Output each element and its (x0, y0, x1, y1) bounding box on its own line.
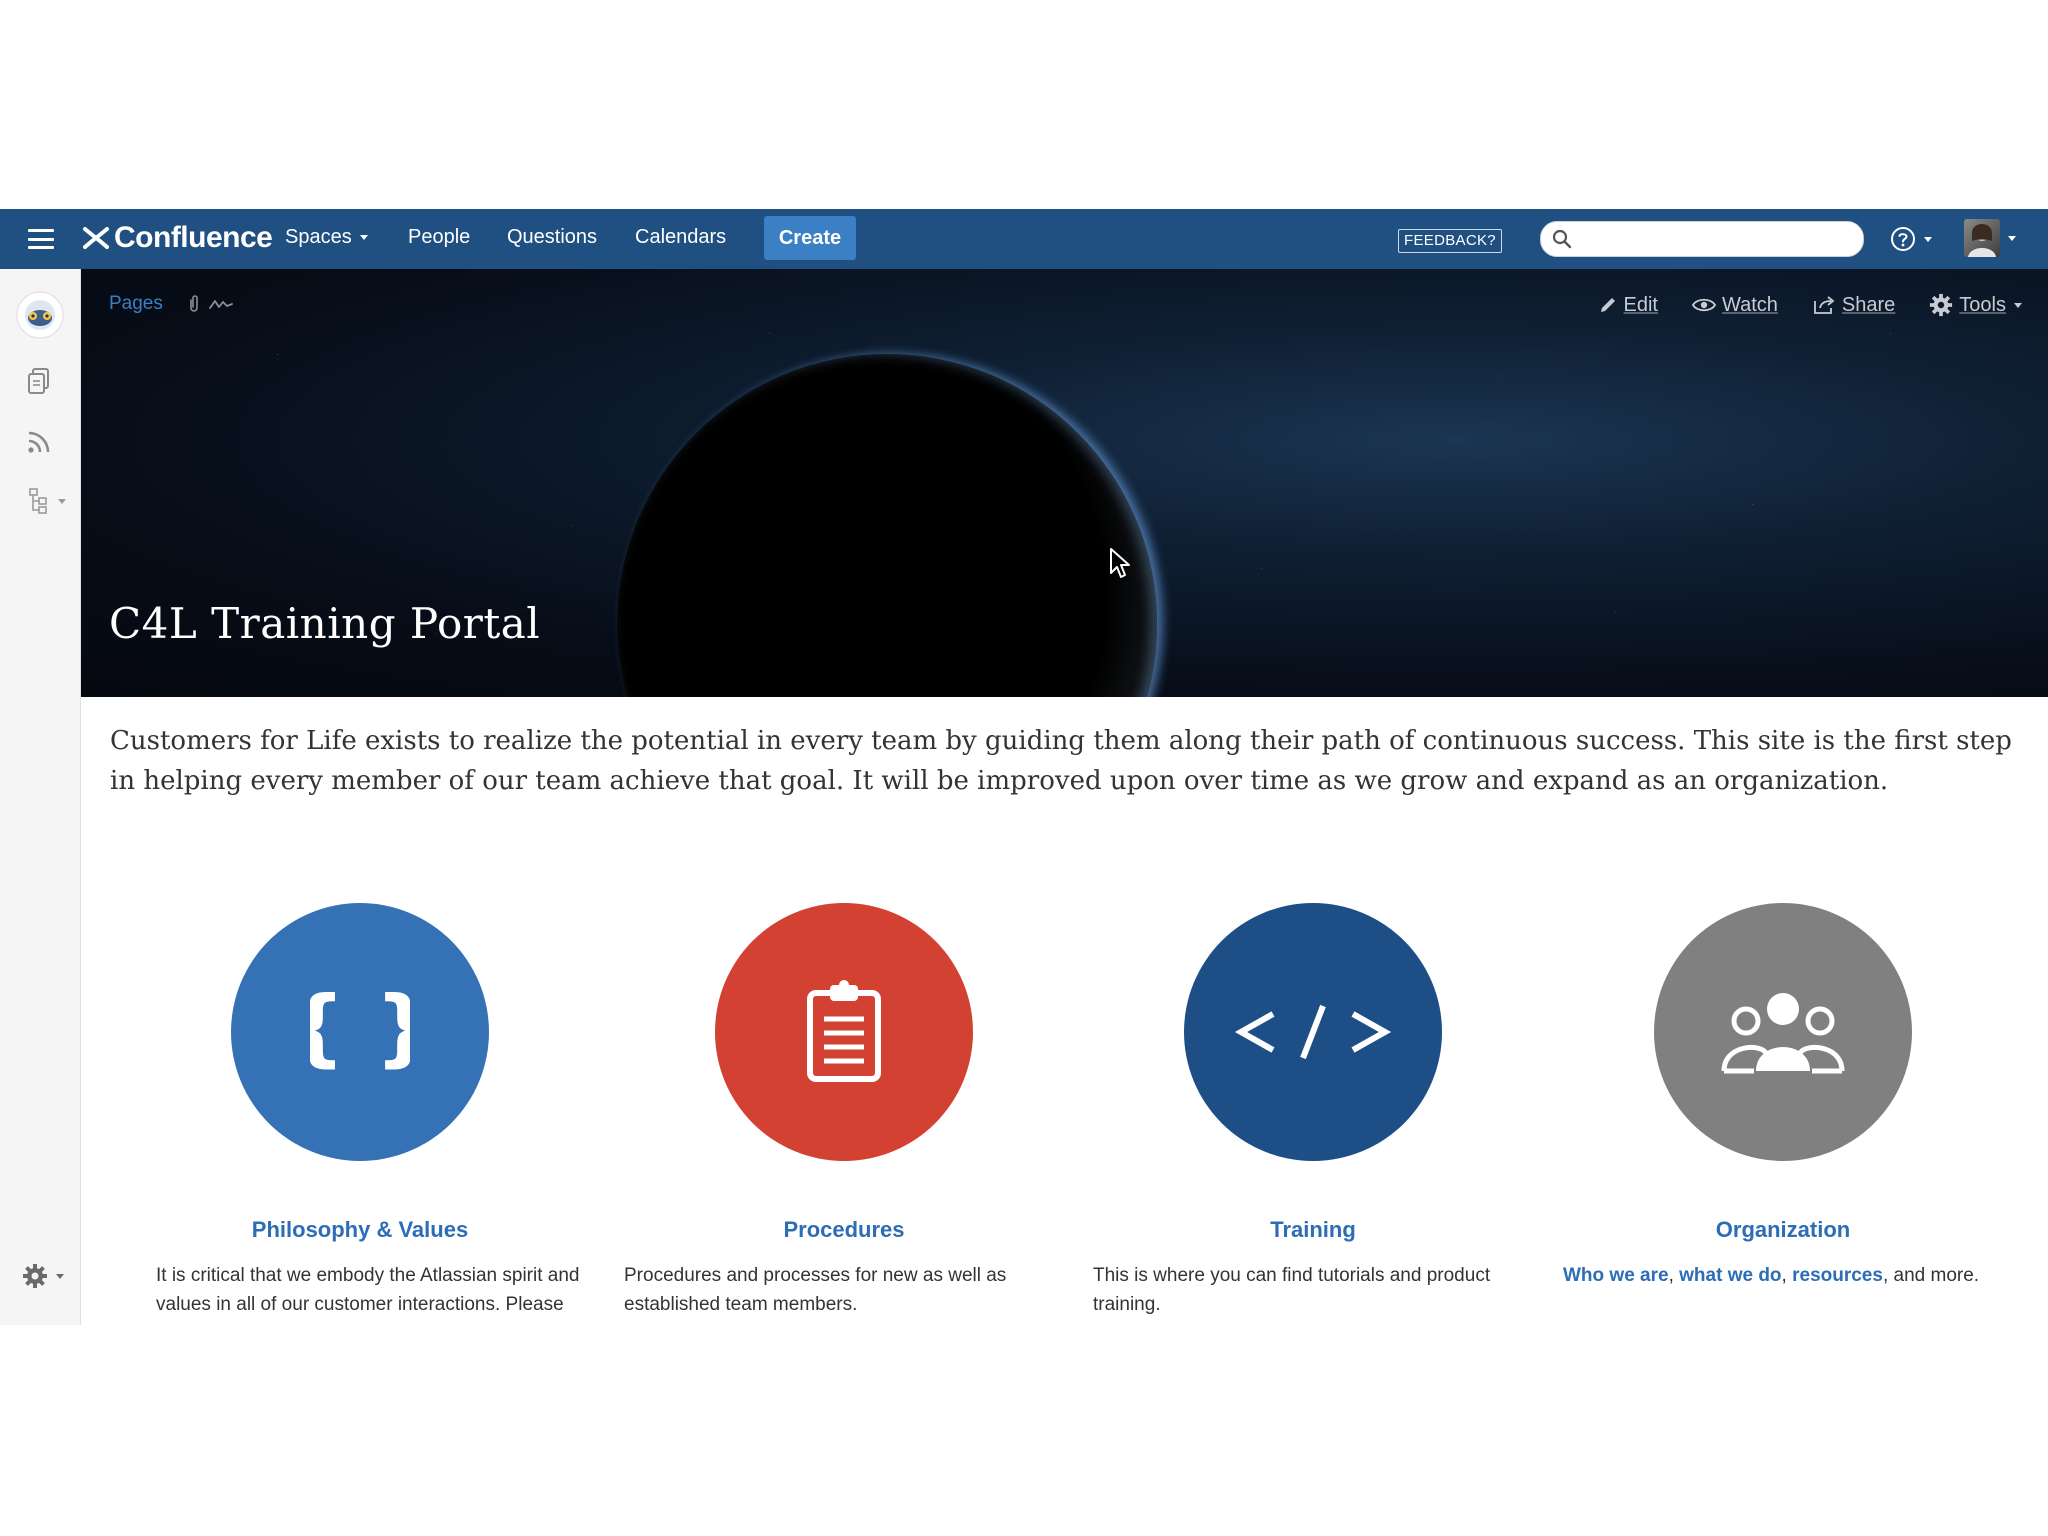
edit-button[interactable]: Edit (1598, 294, 1658, 317)
eye-icon (1691, 298, 1716, 312)
share-button[interactable]: Share (1812, 294, 1895, 317)
top-nav: Confluence Spaces People Questions Calen… (0, 209, 2048, 269)
space-avatar[interactable] (16, 291, 64, 344)
page-title: C4L Training Portal (109, 599, 541, 648)
nav-calendars[interactable]: Calendars (635, 226, 726, 249)
confluence-logo[interactable]: Confluence (82, 221, 273, 255)
card-desc-training: This is where you can find tutorials and… (1093, 1265, 1491, 1315)
training-circle-link[interactable] (1184, 903, 1442, 1161)
page-tree-menu[interactable] (28, 487, 66, 515)
card-training: Training This is where you can find tuto… (1093, 903, 1533, 1319)
breadcrumb-pages-link[interactable]: Pages (109, 293, 163, 315)
card-title-organization[interactable]: Organization (1563, 1217, 2003, 1243)
gear-icon (23, 1264, 47, 1288)
nav-spaces-label: Spaces (285, 226, 352, 248)
card-philosophy-values: { } Philosophy & Values It is critical t… (140, 903, 580, 1319)
desc-separator: , (1668, 1265, 1680, 1286)
card-title-philosophy[interactable]: Philosophy & Values (140, 1217, 580, 1243)
chevron-down-icon (2014, 302, 2022, 308)
svg-text:{ }: { } (310, 982, 410, 1076)
braces-icon: { } (310, 982, 410, 1076)
left-sidebar (0, 269, 81, 1325)
analytics-icon[interactable] (208, 296, 233, 312)
card-desc-procedures: Procedures and processes for new as well… (624, 1265, 1007, 1315)
menu-icon[interactable] (28, 229, 54, 249)
create-button[interactable]: Create (764, 216, 856, 260)
procedures-circle-link[interactable] (715, 903, 973, 1161)
search-input[interactable] (1579, 223, 1853, 255)
help-icon (1891, 227, 1915, 251)
chevron-down-icon (58, 498, 66, 504)
share-label: Share (1841, 293, 1896, 316)
search-icon (1552, 229, 1572, 249)
breadcrumb: Pages (109, 293, 233, 315)
nav-people-label: People (408, 226, 471, 248)
desc-tail: , and more. (1882, 1265, 1980, 1286)
tools-menu[interactable]: Tools (1929, 293, 2022, 317)
nav-questions[interactable]: Questions (507, 226, 597, 249)
chevron-down-icon (359, 235, 368, 240)
nav-calendars-label: Calendars (635, 226, 727, 248)
feedback-button[interactable]: FEEDBACK? (1398, 229, 1502, 253)
card-procedures: Procedures Procedures and processes for … (624, 903, 1064, 1319)
tools-label: Tools (1959, 293, 2006, 316)
chevron-down-icon (56, 1273, 64, 1279)
intro-paragraph: Customers for Life exists to realize the… (110, 726, 2012, 796)
organization-circle-link[interactable] (1654, 903, 1912, 1161)
mouse-cursor-icon (1109, 547, 1131, 584)
desc-separator: , (1781, 1265, 1793, 1286)
space-logo-icon (16, 291, 64, 339)
help-menu[interactable] (1890, 226, 1932, 252)
nav-people[interactable]: People (408, 226, 470, 249)
card-title-training[interactable]: Training (1093, 1217, 1533, 1243)
confluence-window: Confluence Spaces People Questions Calen… (0, 209, 2048, 1325)
user-avatar (1964, 219, 2000, 257)
card-desc-philosophy: It is critical that we embody the Atlass… (156, 1265, 580, 1315)
card-title-procedures[interactable]: Procedures (624, 1217, 1064, 1243)
resources-link[interactable]: resources (1792, 1265, 1883, 1286)
who-we-are-link[interactable]: Who we are (1563, 1265, 1669, 1286)
pages-icon[interactable] (26, 367, 52, 400)
pencil-icon (1600, 298, 1615, 312)
logo-text: Confluence (114, 221, 273, 254)
search-box[interactable] (1540, 221, 1864, 257)
people-icon (1721, 993, 1845, 1074)
chevron-down-icon (1924, 236, 1932, 242)
chevron-down-icon (2008, 235, 2016, 241)
page-tree-icon (29, 488, 47, 514)
nav-spaces[interactable]: Spaces (285, 226, 368, 249)
code-icon (1234, 1004, 1392, 1060)
card-desc-organization: Who we are, what we do, resources, and m… (1563, 1261, 2003, 1290)
nav-questions-label: Questions (507, 226, 598, 248)
user-avatar-menu[interactable] (1964, 219, 2016, 257)
philosophy-circle-link[interactable]: { } (231, 903, 489, 1161)
rss-icon[interactable] (26, 429, 52, 460)
edit-label: Edit (1623, 293, 1658, 316)
confluence-x-icon (83, 227, 109, 249)
gear-icon (1930, 293, 1953, 317)
watch-label: Watch (1721, 293, 1778, 316)
page-actions: Edit Watch Share Tools (1564, 293, 2022, 317)
attachment-icon[interactable] (187, 294, 201, 314)
card-organization: Organization Who we are, what we do, res… (1563, 903, 2003, 1290)
share-icon (1814, 296, 1835, 314)
space-settings-menu[interactable] (22, 1263, 64, 1289)
clipboard-icon (807, 980, 881, 1082)
page-header-banner: Pages Edit Watch Share Tools C4L Trainin… (81, 269, 2048, 697)
what-we-do-link[interactable]: what we do (1679, 1265, 1781, 1286)
watch-button[interactable]: Watch (1691, 293, 1778, 317)
